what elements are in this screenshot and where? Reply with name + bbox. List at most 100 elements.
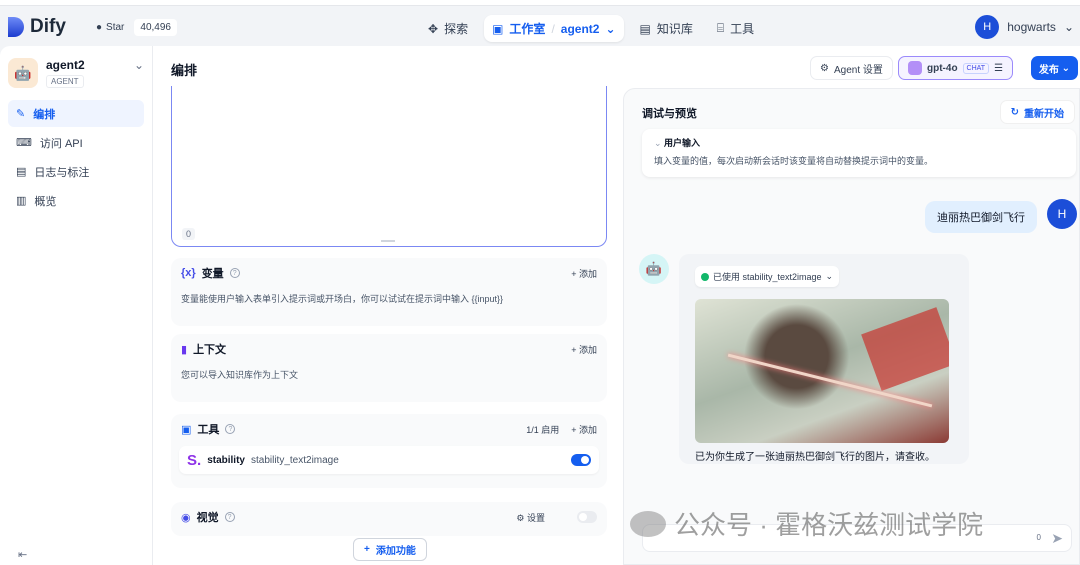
- app-type-badge: AGENT: [46, 75, 84, 88]
- tool-used-label: 已使用 stability_text2image: [713, 272, 822, 282]
- nav-explore[interactable]: ✥ 探索: [420, 15, 476, 42]
- sidebar-item-label: 日志与标注: [34, 166, 90, 179]
- logo-mark: [8, 17, 24, 37]
- main-panel: 编排 ⚙ Agent 设置 gpt-4o CHAT ☰ 发布 ⌄ 0 {x} 变量? + …: [153, 46, 1080, 565]
- sidebar-item-api[interactable]: ⌨ 访问 API: [8, 129, 144, 156]
- sidebar-item-orchestrate[interactable]: ✎ 编排: [8, 100, 144, 127]
- user-message: 迪丽热巴御剑飞行: [925, 201, 1037, 233]
- resize-handle[interactable]: [381, 240, 395, 242]
- openai-icon: [908, 61, 922, 75]
- add-feature-button[interactable]: + 添加功能: [353, 538, 427, 561]
- user-menu[interactable]: Hhogwarts ⌄: [975, 15, 1074, 39]
- tool-item[interactable]: S. stability stability_text2image: [179, 446, 599, 474]
- check-circle-icon: [701, 272, 709, 281]
- tools-section: ▣ 工具? 1/1 启用 + 添加 S. stability stability_text…: [171, 414, 607, 488]
- variables-section: {x} 变量? + 添加 变量能使用户输入表单引入提示词或开场白，你可以试试在提示词…: [171, 258, 607, 326]
- agent-settings-button[interactable]: ⚙ Agent 设置: [810, 56, 893, 80]
- char-count: 0: [1036, 533, 1041, 542]
- help-icon[interactable]: ?: [224, 512, 235, 522]
- section-desc: 您可以导入知识库作为上下文: [181, 370, 299, 380]
- user-avatar: H: [1047, 199, 1077, 229]
- generated-image[interactable]: [695, 299, 949, 443]
- main-nav: ✥ 探索 ▣ 工作室 / agent2 ⌄ ▤ 知识库 ⌸ 工具: [420, 15, 762, 42]
- nav-label: 工具: [730, 22, 755, 36]
- sidebar-item-overview[interactable]: ▥ 概览: [8, 187, 144, 214]
- button-label: Agent 设置: [833, 64, 883, 76]
- chevron-down-icon: ⌄: [825, 271, 834, 281]
- bot-message: 已使用 stability_text2image ⌄ 已为你生成了一张迪丽热巴御剑…: [679, 254, 969, 464]
- button-label: 设置: [526, 512, 545, 523]
- github-icon: ●: [96, 22, 103, 33]
- user-input-desc: 填入变量的值，每次启动新会话时该变量将自动替换提示词中的变量。: [654, 156, 934, 166]
- add-context-button[interactable]: + 添加: [571, 343, 597, 356]
- document-icon: ▮: [181, 343, 188, 356]
- send-icon[interactable]: ➤: [1051, 530, 1063, 547]
- image-scarf: [861, 307, 949, 391]
- eye-icon: ◉: [181, 511, 191, 524]
- help-icon[interactable]: ?: [229, 268, 240, 278]
- stability-icon: S.: [187, 451, 202, 469]
- nav-tools[interactable]: ⌸ 工具: [709, 15, 762, 42]
- add-tool-button[interactable]: + 添加: [571, 423, 597, 436]
- chevron-down-icon: ⌄: [654, 138, 665, 148]
- tool-toggle[interactable]: [571, 454, 591, 466]
- prompt-editor[interactable]: 0: [171, 86, 607, 247]
- button-label: 添加: [578, 268, 597, 279]
- app-selector[interactable]: 🤖 agent2 AGENT ⌄: [0, 46, 152, 100]
- app-icon: 🤖: [8, 58, 38, 88]
- sidebar-item-logs[interactable]: ▤ 日志与标注: [8, 158, 144, 185]
- chevron-down-icon: ⌄: [605, 21, 616, 36]
- context-section: ▮ 上下文 + 添加 您可以导入知识库作为上下文: [171, 334, 607, 402]
- nav-studio[interactable]: ▣ 工作室 / agent2 ⌄: [484, 15, 624, 42]
- header: Dify ● Star 40,496 ✥ 探索 ▣ 工作室 / agent2 ⌄ ▤ 知识库 ⌸…: [0, 6, 1080, 46]
- sidebar-item-label: 访问 API: [39, 137, 83, 150]
- tool-used-badge[interactable]: 已使用 stability_text2image ⌄: [695, 266, 840, 287]
- chart-icon: ▥: [16, 195, 27, 207]
- vision-settings-button[interactable]: ⚙ 设置: [516, 511, 545, 524]
- button-label: 添加功能: [375, 546, 416, 557]
- nav-knowledge[interactable]: ▤ 知识库: [632, 15, 701, 42]
- nav-label: 工作室: [509, 22, 546, 36]
- toolbox-icon: ▣: [181, 423, 192, 436]
- separator: /: [551, 21, 555, 36]
- section-title: 上下文: [193, 344, 227, 356]
- section-desc: 变量能使用户输入表单引入提示词或开场白，你可以试试在提示词中输入 {{input…: [181, 294, 504, 304]
- bot-avatar: 🤖: [639, 254, 669, 284]
- user-input-panel[interactable]: ⌄ 用户输入填入变量的值，每次启动新会话时该变量将自动替换提示词中的变量。: [642, 129, 1076, 177]
- gear-icon: ⚙: [820, 62, 829, 74]
- bot-reply-text: 已为你生成了一张迪丽热巴御剑飞行的图片，请查收。: [695, 452, 935, 463]
- github-star-button[interactable]: ● Star 40,496: [96, 19, 177, 36]
- book-icon: ▤: [639, 21, 651, 36]
- star-label: Star: [106, 22, 125, 33]
- model-selector[interactable]: gpt-4o CHAT ☰: [898, 56, 1014, 80]
- restart-button[interactable]: ↻ 重新开始: [999, 100, 1075, 124]
- chevron-down-icon: ⌄: [1063, 20, 1074, 34]
- current-app-selector[interactable]: agent2: [561, 22, 600, 36]
- button-label: 发布: [1038, 64, 1059, 76]
- section-title: 视觉: [196, 512, 219, 524]
- toolbox-icon: ⌸: [716, 21, 725, 35]
- sidebar-item-label: 编排: [33, 108, 56, 121]
- variable-icon: {x}: [181, 267, 196, 279]
- publish-button[interactable]: 发布 ⌄: [1030, 56, 1078, 80]
- model-name: gpt-4o: [927, 62, 958, 74]
- section-title: 工具: [197, 424, 220, 436]
- vision-toggle[interactable]: [577, 511, 597, 523]
- model-mode-badge: CHAT: [962, 62, 990, 74]
- collapse-sidebar-icon[interactable]: ⇤: [18, 548, 27, 561]
- help-icon[interactable]: ?: [225, 424, 236, 434]
- add-variable-button[interactable]: + 添加: [571, 267, 597, 280]
- user-input-title: 用户输入: [664, 138, 701, 148]
- avatar: H: [975, 15, 1000, 39]
- wechat-icon: [630, 510, 666, 537]
- app-name: agent2: [46, 58, 85, 72]
- panel-title: 调试与预览: [642, 108, 697, 120]
- sidebar-item-label: 概览: [34, 195, 57, 208]
- tool-name: stability_text2image: [250, 454, 339, 466]
- watermark-text: 公众号 · 霍格沃兹测试学院: [674, 510, 984, 540]
- star-count: 40,496: [134, 19, 177, 36]
- explore-icon: ✥: [428, 21, 439, 36]
- dify-logo[interactable]: Dify: [8, 16, 66, 38]
- terminal-icon: ⌨: [16, 137, 32, 149]
- button-label: 重新开始: [1024, 108, 1064, 120]
